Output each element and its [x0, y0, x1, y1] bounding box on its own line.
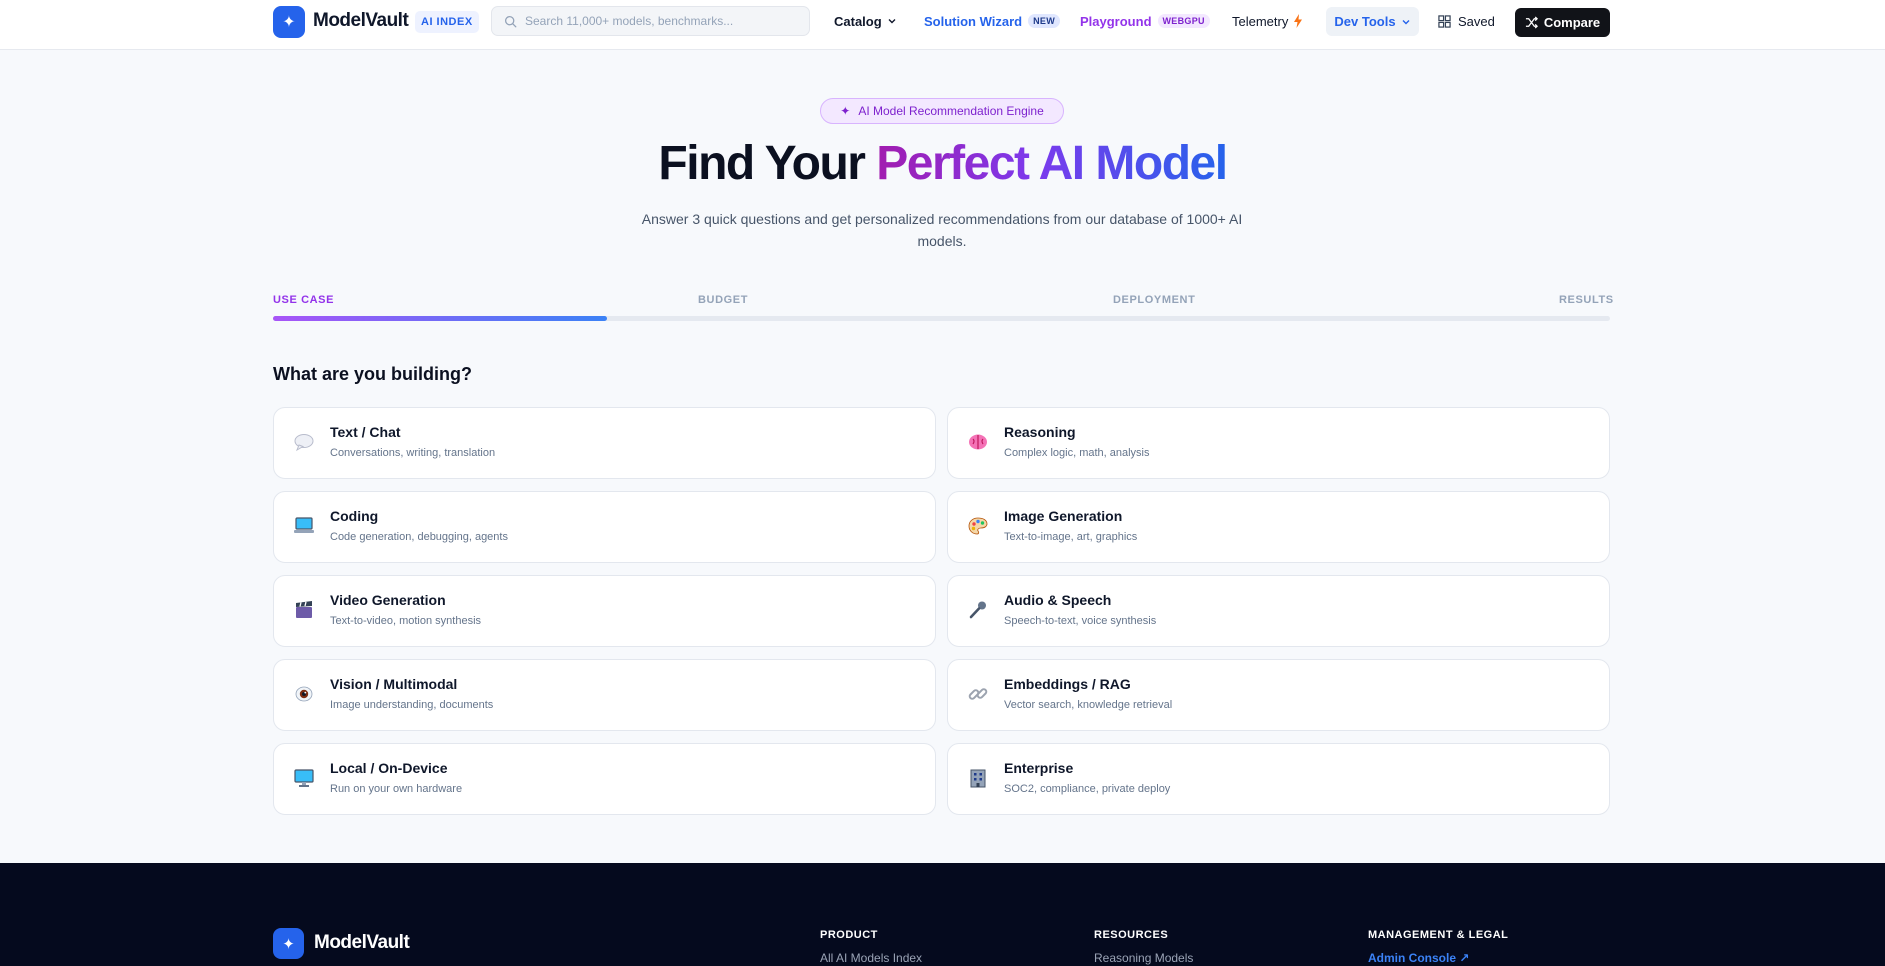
footer-link-admin-console[interactable]: Admin Console ↗ — [1368, 951, 1469, 965]
footer-heading-product: PRODUCT — [820, 929, 878, 941]
use-case-card-audio-speech[interactable]: Audio & Speech Speech-to-text, voice syn… — [947, 575, 1610, 647]
compare-button[interactable]: Compare — [1515, 8, 1610, 37]
nav-telemetry-label: Telemetry — [1232, 13, 1289, 29]
nav-catalog[interactable]: Catalog — [834, 8, 897, 34]
top-navbar: ✦ ModelVault AI INDEX Catalog Solution W… — [0, 0, 1885, 50]
card-description: Text-to-video, motion synthesis — [330, 615, 482, 627]
progress-track — [273, 316, 1610, 321]
link-icon — [966, 682, 990, 706]
eye-icon — [292, 682, 316, 706]
use-case-card-image-generation[interactable]: Image Generation Text-to-image, art, gra… — [947, 491, 1610, 563]
use-case-card-vision-multimodal[interactable]: Vision / Multimodal Image understanding,… — [273, 659, 936, 731]
search-icon — [504, 15, 517, 27]
card-description: Text-to-image, art, graphics — [1004, 531, 1138, 543]
card-description: Run on your own hardware — [330, 783, 463, 795]
card-description: SOC2, compliance, private deploy — [1004, 783, 1171, 795]
shuffle-icon — [1525, 16, 1538, 29]
question-heading: What are you building? — [273, 364, 472, 384]
footer-link-all-models[interactable]: All AI Models Index — [820, 951, 922, 965]
microphone-icon — [966, 598, 990, 622]
footer-logo-sparkle-icon[interactable]: ✦ — [273, 928, 304, 959]
speech-bubble-icon — [292, 430, 316, 454]
card-description: Image understanding, documents — [330, 699, 494, 711]
page-title: Find Your Perfect AI Model — [0, 136, 1885, 191]
card-title: Video Generation — [330, 592, 446, 608]
webgpu-badge: WEBGPU — [1157, 14, 1210, 28]
progress-fill — [273, 316, 608, 321]
use-case-card-reasoning[interactable]: Reasoning Complex logic, math, analysis — [947, 407, 1610, 479]
site-footer: ✦ ModelVault PRODUCT All AI Models Index… — [0, 863, 1885, 966]
step-use-case: USE CASE — [273, 294, 335, 306]
search-input[interactable] — [525, 14, 805, 28]
office-building-icon — [966, 766, 990, 790]
use-case-card-video-generation[interactable]: Video Generation Text-to-video, motion s… — [273, 575, 936, 647]
nav-playground[interactable]: Playground WEBGPU — [1080, 8, 1210, 34]
brand-name[interactable]: ModelVault — [313, 10, 409, 32]
step-budget: BUDGET — [698, 294, 749, 306]
recommendation-engine-pill: ✦ AI Model Recommendation Engine — [820, 98, 1064, 124]
card-title: Text / Chat — [330, 424, 401, 440]
pill-label: AI Model Recommendation Engine — [858, 104, 1044, 118]
use-case-card-text-chat[interactable]: Text / Chat Conversations, writing, tran… — [273, 407, 936, 479]
palette-icon — [966, 514, 990, 538]
card-title: Reasoning — [1004, 424, 1076, 440]
card-description: Code generation, debugging, agents — [330, 531, 508, 543]
use-case-card-local-on-device[interactable]: Local / On-Device Run on your own hardwa… — [273, 743, 936, 815]
nav-wizard-label: Solution Wizard — [924, 13, 1023, 29]
card-description: Speech-to-text, voice synthesis — [1004, 615, 1157, 627]
brain-icon — [966, 430, 990, 454]
card-title: Image Generation — [1004, 508, 1123, 524]
nav-solution-wizard[interactable]: Solution Wizard NEW — [924, 8, 1061, 34]
new-badge: NEW — [1028, 14, 1061, 28]
card-title: Enterprise — [1004, 760, 1074, 776]
nav-telemetry[interactable]: Telemetry — [1232, 8, 1303, 34]
card-title: Audio & Speech — [1004, 592, 1112, 608]
nav-playground-label: Playground — [1080, 13, 1152, 29]
laptop-icon — [292, 514, 316, 538]
card-description: Vector search, knowledge retrieval — [1004, 699, 1173, 711]
page-title-accent: Perfect AI Model — [876, 137, 1228, 190]
chevron-down-icon — [1402, 19, 1410, 24]
chevron-down-icon — [888, 19, 896, 24]
ai-index-badge: AI INDEX — [415, 11, 479, 33]
footer-heading-management-legal: MANAGEMENT & LEGAL — [1368, 929, 1509, 941]
footer-link-reasoning-models[interactable]: Reasoning Models — [1094, 951, 1193, 965]
grid-icon — [1438, 14, 1451, 28]
lightning-bolt-icon — [1294, 14, 1303, 28]
desktop-icon — [292, 766, 316, 790]
step-results: RESULTS — [1559, 294, 1614, 306]
nav-saved[interactable]: Saved — [1438, 8, 1495, 34]
compare-label: Compare — [1543, 15, 1601, 30]
card-title: Coding — [330, 508, 379, 524]
clapperboard-icon — [292, 598, 316, 622]
card-description: Complex logic, math, analysis — [1004, 447, 1150, 459]
card-title: Local / On-Device — [330, 760, 448, 776]
nav-dev-tools[interactable]: Dev Tools — [1326, 7, 1419, 36]
card-title: Embeddings / RAG — [1004, 676, 1131, 692]
sparkle-icon: ✦ — [840, 104, 851, 118]
use-case-card-coding[interactable]: Coding Code generation, debugging, agent… — [273, 491, 936, 563]
page-subtitle: Answer 3 quick questions and get persona… — [641, 211, 1243, 249]
use-case-card-embeddings-rag[interactable]: Embeddings / RAG Vector search, knowledg… — [947, 659, 1610, 731]
nav-saved-label: Saved — [1458, 13, 1495, 29]
step-deployment: DEPLOYMENT — [1113, 294, 1196, 306]
nav-catalog-label: Catalog — [834, 13, 882, 29]
card-description: Conversations, writing, translation — [330, 447, 496, 459]
footer-heading-resources: RESOURCES — [1094, 929, 1169, 941]
footer-brand-name[interactable]: ModelVault — [314, 932, 410, 954]
nav-devtools-label: Dev Tools — [1334, 14, 1396, 29]
card-title: Vision / Multimodal — [330, 676, 458, 692]
page-title-plain: Find Your — [658, 137, 877, 190]
use-case-card-enterprise[interactable]: Enterprise SOC2, compliance, private dep… — [947, 743, 1610, 815]
logo-sparkle-icon[interactable]: ✦ — [273, 6, 305, 38]
search-bar[interactable] — [491, 6, 810, 36]
